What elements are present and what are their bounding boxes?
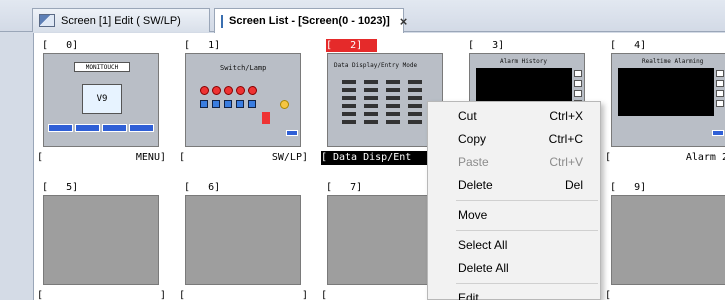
menu-separator <box>456 230 598 231</box>
editor-tab-bar: Screen [1] Edit ( SW/LP) Screen List - [… <box>0 0 725 33</box>
menu-item-shortcut: Del <box>564 178 583 192</box>
menu-item-label: Move <box>458 208 488 222</box>
screen-name-bracket: [ <box>179 290 186 300</box>
screen-number: [ 9] <box>610 182 647 193</box>
menu-item-move[interactable]: Move <box>428 204 600 227</box>
screen-name-text: ] <box>301 290 308 300</box>
screen-list-icon <box>221 14 223 28</box>
context-menu: Cut Ctrl+X Copy Ctrl+C Paste Ctrl+V Delete Del M… <box>427 101 601 300</box>
menu-item-delete-all[interactable]: Delete All <box>428 257 600 280</box>
screen-edit-icon <box>39 14 55 27</box>
menu-separator <box>456 200 598 201</box>
screen-number: [ 5] <box>42 182 79 193</box>
menu-item-label: Copy <box>458 132 487 146</box>
screen-name-bracket: [ <box>37 290 44 300</box>
menu-item-cut[interactable]: Cut Ctrl+X <box>428 105 600 128</box>
screen-thumbnail[interactable] <box>327 195 443 285</box>
screen-thumbnail[interactable] <box>185 195 301 285</box>
menu-item-label: Delete <box>458 178 493 192</box>
tab-label: Screen List - [Screen(0 - 1023)] <box>229 15 390 27</box>
screen-list-window: Screen [1] Edit ( SW/LP) Screen List - [… <box>0 0 725 300</box>
screen-name[interactable]: [] <box>605 289 725 300</box>
screen-name-text: ] <box>615 289 725 300</box>
menu-item-delete[interactable]: Delete Del <box>428 174 600 197</box>
screen-name[interactable]: [] <box>37 289 167 300</box>
screen-cell[interactable]: [ 6] [] <box>179 33 309 300</box>
tab-label: Screen [1] Edit ( SW/LP) <box>61 14 181 27</box>
screen-thumbnail[interactable] <box>611 195 725 285</box>
screen-name-bracket: [ <box>321 290 328 300</box>
tab-screen-edit[interactable]: Screen [1] Edit ( SW/LP) <box>32 8 210 32</box>
screen-name-bracket: [ <box>605 290 612 300</box>
close-icon[interactable]: × <box>400 14 408 29</box>
screen-thumbnail-grid: [ 0] MONITOUCH V9[MENU][ 1] Switch/Lamp[SW/… <box>33 33 725 300</box>
menu-item-label: Paste <box>458 155 489 169</box>
menu-item-paste[interactable]: Paste Ctrl+V <box>428 151 600 174</box>
menu-separator <box>456 283 598 284</box>
menu-item-label: Delete All <box>458 261 509 275</box>
screen-number: [ 7] <box>326 182 363 193</box>
menu-item-shortcut: Ctrl+C <box>548 132 583 146</box>
screen-thumbnail[interactable] <box>43 195 159 285</box>
menu-item-label: Cut <box>458 109 477 123</box>
menu-item-select-all[interactable]: Select All <box>428 234 600 257</box>
screen-cell[interactable]: [ 5] [] <box>37 33 167 300</box>
tab-screen-list[interactable]: Screen List - [Screen(0 - 1023)] × <box>214 8 407 33</box>
menu-item-shortcut: Ctrl+X <box>549 109 583 123</box>
menu-item-edit[interactable]: Edit <box>428 287 600 300</box>
menu-item-shortcut: Ctrl+V <box>549 155 583 169</box>
screen-cell[interactable]: [ 9] [] <box>605 33 725 300</box>
screen-name[interactable]: [] <box>179 289 309 300</box>
menu-item-label: Select All <box>458 238 508 252</box>
screen-name-text: ] <box>159 290 166 300</box>
menu-item-label: Edit <box>458 291 479 300</box>
screen-number: [ 6] <box>184 182 221 193</box>
menu-item-copy[interactable]: Copy Ctrl+C <box>428 128 600 151</box>
